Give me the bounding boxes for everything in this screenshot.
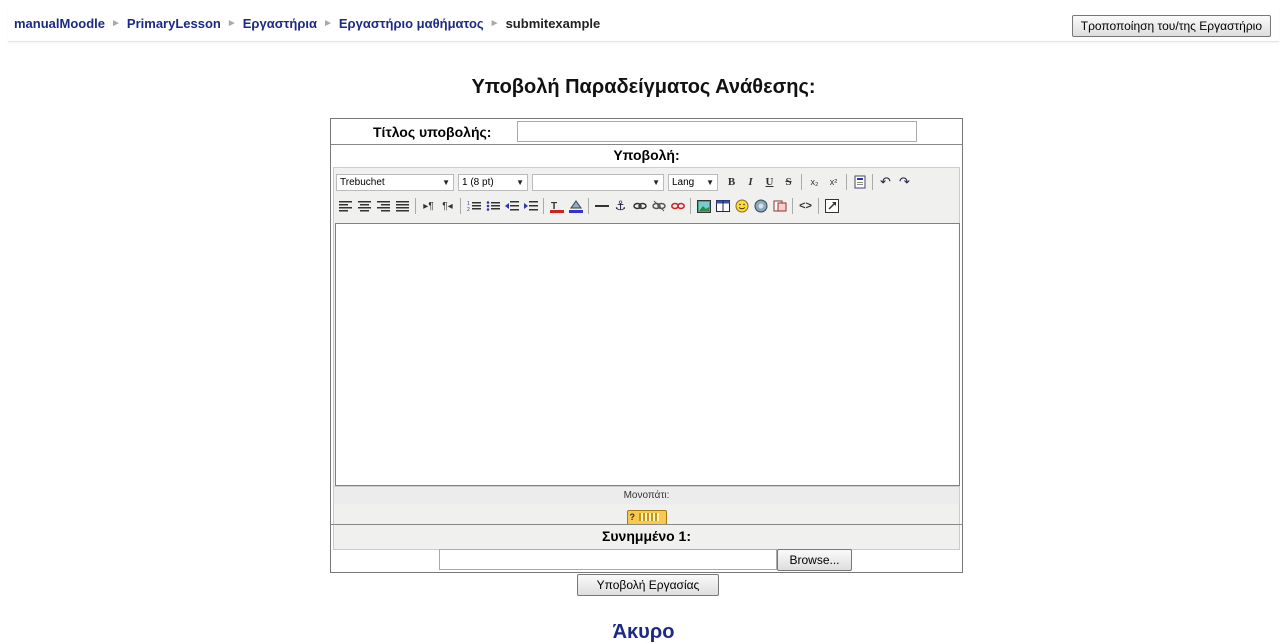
- font-family-select[interactable]: Trebuchet ▼: [336, 173, 454, 191]
- justify-full-icon[interactable]: [394, 197, 411, 215]
- editor-toolbar-row-1: Trebuchet ▼ 1 (8 pt) ▼ ▼ Lang ▼ B I U S x₂ …: [336, 171, 914, 193]
- submission-form: Τίτλος υποβολής: Υποβολή: Trebuchet ▼ 1 (…: [330, 118, 963, 573]
- keyboard-help-icon[interactable]: ?: [626, 509, 667, 525]
- insert-special-char-icon[interactable]: [752, 197, 769, 215]
- attachment-label: Συνημμένο 1:: [601, 528, 691, 544]
- font-size-select[interactable]: 1 (8 pt) ▼: [458, 173, 528, 191]
- outdent-icon[interactable]: [503, 197, 520, 215]
- chevron-down-icon: ▼: [442, 177, 450, 187]
- breadcrumb-separator-icon: ►: [322, 18, 333, 29]
- insert-image-icon[interactable]: [695, 197, 712, 215]
- search-replace-icon[interactable]: [771, 197, 788, 215]
- breadcrumb: manualMoodle ► PrimaryLesson ► Εργαστήρι…: [14, 16, 600, 31]
- title-input[interactable]: [517, 121, 917, 142]
- ordered-list-icon[interactable]: 12: [465, 197, 482, 215]
- justify-left-icon[interactable]: [337, 197, 354, 215]
- unordered-list-icon[interactable]: [484, 197, 501, 215]
- toolbar-divider: [588, 198, 589, 214]
- submit-work-button[interactable]: Υποβολή Εργασίας: [577, 574, 719, 596]
- html-source-icon[interactable]: <>: [797, 197, 814, 215]
- fullscreen-icon[interactable]: [823, 197, 840, 215]
- editor-toolbar-row-2: ▸¶ ¶◂ 12 T ⚓ <>: [336, 195, 841, 217]
- chevron-down-icon: ▼: [706, 177, 714, 187]
- undo-icon[interactable]: ↶: [877, 173, 894, 191]
- text-color-icon[interactable]: T: [548, 197, 565, 215]
- submission-label: Υποβολή:: [613, 147, 680, 163]
- toolbar-divider: [792, 198, 793, 214]
- paragraph-style-select[interactable]: ▼: [532, 173, 664, 191]
- chevron-down-icon: ▼: [652, 177, 660, 187]
- page-title: Υποβολή Παραδείγματος Ανάθεσης:: [471, 76, 816, 98]
- svg-text:2: 2: [467, 207, 470, 212]
- underline-button[interactable]: U: [761, 173, 778, 191]
- paste-word-icon[interactable]: [851, 173, 868, 191]
- strikethrough-button[interactable]: S: [780, 173, 797, 191]
- breadcrumb-current: submitexample: [505, 16, 601, 31]
- language-select[interactable]: Lang ▼: [668, 173, 718, 191]
- edit-workshop-button[interactable]: Τροποποίηση του/της Εργαστήριο: [1071, 15, 1271, 37]
- italic-button[interactable]: I: [742, 173, 759, 191]
- browse-button[interactable]: Browse...: [777, 549, 852, 571]
- breadcrumb-separator-icon: ►: [111, 18, 121, 29]
- breadcrumb-link-workshops[interactable]: Εργαστήρια: [243, 16, 317, 31]
- toolbar-divider: [543, 198, 544, 214]
- toolbar-divider: [415, 198, 416, 214]
- insert-table-icon[interactable]: [714, 197, 731, 215]
- bold-button[interactable]: B: [723, 173, 740, 191]
- background-color-icon[interactable]: [567, 197, 584, 215]
- ltr-icon[interactable]: ▸¶: [420, 197, 437, 215]
- toolbar-divider: [801, 174, 802, 190]
- superscript-button[interactable]: x²: [825, 173, 842, 191]
- breadcrumb-separator-icon: ►: [226, 18, 237, 29]
- indent-icon[interactable]: [522, 197, 539, 215]
- attachment-row: Συνημμένο 1: Browse...: [331, 524, 962, 572]
- nolink-icon[interactable]: [650, 197, 667, 215]
- justify-center-icon[interactable]: [356, 197, 373, 215]
- rtl-icon[interactable]: ¶◂: [439, 197, 456, 215]
- cancel-link[interactable]: Άκυρο: [0, 621, 1287, 644]
- breadcrumb-separator-icon: ►: [489, 18, 500, 29]
- toolbar-divider: [872, 174, 873, 190]
- link-icon[interactable]: [631, 197, 648, 215]
- title-row: Τίτλος υποβολής:: [331, 119, 962, 145]
- anchor-icon[interactable]: ⚓: [612, 197, 629, 215]
- title-label: Τίτλος υποβολής:: [373, 124, 492, 140]
- toolbar-divider: [690, 198, 691, 214]
- toolbar-divider: [846, 174, 847, 190]
- navbar: manualMoodle ► PrimaryLesson ► Εργαστήρι…: [8, 6, 1279, 42]
- breadcrumb-link-course[interactable]: PrimaryLesson: [127, 16, 221, 31]
- editor-path-bar: Μονοπάτι:: [334, 486, 959, 504]
- redo-icon[interactable]: ↷: [896, 173, 913, 191]
- horizontal-rule-icon[interactable]: [593, 197, 610, 215]
- subscript-button[interactable]: x₂: [806, 173, 823, 191]
- breadcrumb-link-workshop[interactable]: Εργαστήριο μαθήματος: [339, 16, 484, 31]
- breadcrumb-link-site[interactable]: manualMoodle: [14, 16, 105, 31]
- attachment-file-input[interactable]: [439, 549, 777, 570]
- unlink-icon[interactable]: [669, 197, 686, 215]
- html-editor: Trebuchet ▼ 1 (8 pt) ▼ ▼ Lang ▼ B I U S x₂ …: [333, 167, 960, 550]
- toolbar-divider: [460, 198, 461, 214]
- chevron-down-icon: ▼: [516, 177, 524, 187]
- editor-content-area[interactable]: [335, 223, 960, 486]
- justify-right-icon[interactable]: [375, 197, 392, 215]
- smiley-icon[interactable]: [733, 197, 750, 215]
- toolbar-divider: [818, 198, 819, 214]
